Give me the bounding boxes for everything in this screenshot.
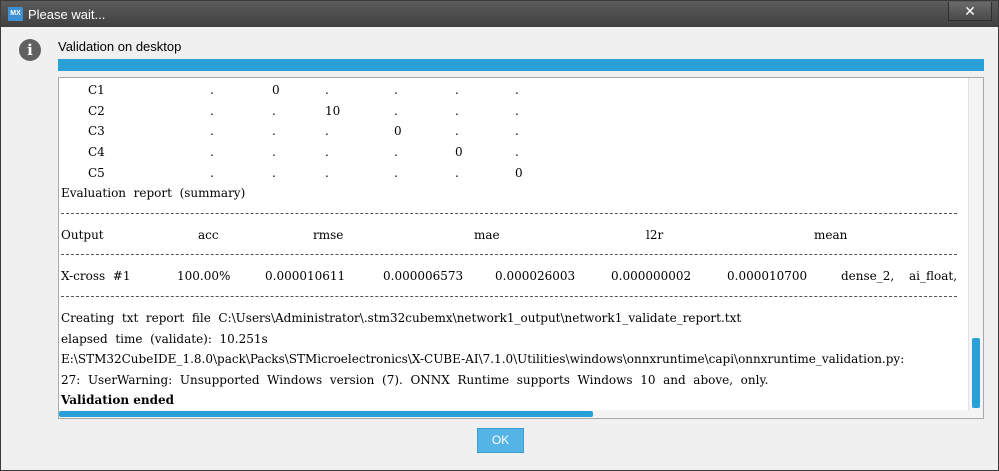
data-cell: dense_2, [841, 269, 895, 283]
dialog-heading: Validation on desktop [58, 39, 182, 54]
confusion-cell: 10 [325, 104, 341, 118]
confusion-cell: . [455, 166, 459, 180]
window-title: Please wait... [28, 7, 106, 22]
close-icon: ✕ [964, 3, 976, 19]
horizontal-scroll-thumb[interactable] [59, 411, 593, 417]
ok-button[interactable]: OK [477, 428, 524, 453]
summary-title: Evaluation report (summary) [61, 186, 246, 200]
confusion-cell: 0 [515, 166, 523, 180]
separator-line [61, 296, 957, 297]
column-header: Output [61, 228, 104, 242]
confusion-cell: . [210, 83, 214, 97]
console-line: E:\STM32CubeIDE_1.8.0\pack\Packs\STMicro… [61, 352, 905, 366]
data-cell: 100.00% [177, 269, 231, 283]
confusion-cell: . [272, 145, 276, 159]
please-wait-dialog: MX Please wait... ✕ i Validation on desk… [0, 0, 999, 471]
info-icon: i [19, 39, 41, 61]
column-header: l2r [646, 228, 664, 242]
data-cell: 0.000006573 [383, 269, 464, 283]
confusion-row-label: C4 [88, 145, 105, 159]
column-header: mean [814, 228, 848, 242]
console-line: 27: UserWarning: Unsupported Windows ver… [61, 373, 769, 387]
confusion-cell: . [515, 104, 519, 118]
confusion-cell: . [325, 166, 329, 180]
console-line: elapsed time (validate): 10.251s [61, 332, 268, 346]
confusion-cell: . [515, 145, 519, 159]
confusion-cell: . [210, 124, 214, 138]
confusion-cell: . [394, 166, 398, 180]
horizontal-scrollbar[interactable] [59, 410, 969, 418]
confusion-cell: . [272, 104, 276, 118]
separator-line [61, 254, 957, 255]
column-header: acc [198, 228, 219, 242]
column-header: rmse [313, 228, 344, 242]
stm32cubemx-app-icon: MX [8, 7, 23, 21]
confusion-cell: . [325, 83, 329, 97]
data-cell: 0.000010611 [265, 269, 346, 283]
confusion-cell: . [394, 104, 398, 118]
separator-line [61, 213, 957, 214]
confusion-cell: 0 [455, 145, 463, 159]
confusion-cell: . [325, 124, 329, 138]
data-cell: 0.000000002 [611, 269, 692, 283]
confusion-cell: . [394, 145, 398, 159]
confusion-cell: . [272, 166, 276, 180]
confusion-cell: . [455, 124, 459, 138]
confusion-cell: . [455, 83, 459, 97]
confusion-cell: . [272, 124, 276, 138]
confusion-cell: . [515, 83, 519, 97]
confusion-cell: . [325, 145, 329, 159]
progress-bar [58, 59, 984, 71]
confusion-cell: . [210, 145, 214, 159]
vertical-scroll-thumb[interactable] [972, 338, 980, 408]
confusion-cell: . [210, 104, 214, 118]
confusion-row-label: C3 [88, 124, 105, 138]
confusion-cell: 0 [272, 83, 280, 97]
console-line: Creating txt report file C:\Users\Admini… [61, 311, 742, 325]
column-header: mae [474, 228, 500, 242]
confusion-row-label: C1 [88, 83, 105, 97]
data-cell: 0.000010700 [727, 269, 808, 283]
data-cell: ai_float, [909, 269, 958, 283]
confusion-cell: . [394, 83, 398, 97]
data-cell: X-cross #1 [61, 269, 131, 283]
confusion-cell: 0 [394, 124, 402, 138]
console-output[interactable]: C1. 0.... C2.. 10... C3... 0.. C4.... 0. C5.....… [58, 77, 984, 419]
progress-fill [58, 59, 984, 71]
confusion-cell: . [515, 124, 519, 138]
confusion-cell: . [455, 104, 459, 118]
validation-ended-line: Validation ended [61, 393, 175, 407]
confusion-row-label: C5 [88, 166, 105, 180]
data-cell: 0.000026003 [495, 269, 576, 283]
confusion-row-label: C2 [88, 104, 105, 118]
confusion-cell: . [210, 166, 214, 180]
vertical-scrollbar[interactable] [968, 78, 983, 418]
title-bar: MX Please wait... ✕ [1, 1, 998, 27]
close-button[interactable]: ✕ [948, 2, 992, 21]
